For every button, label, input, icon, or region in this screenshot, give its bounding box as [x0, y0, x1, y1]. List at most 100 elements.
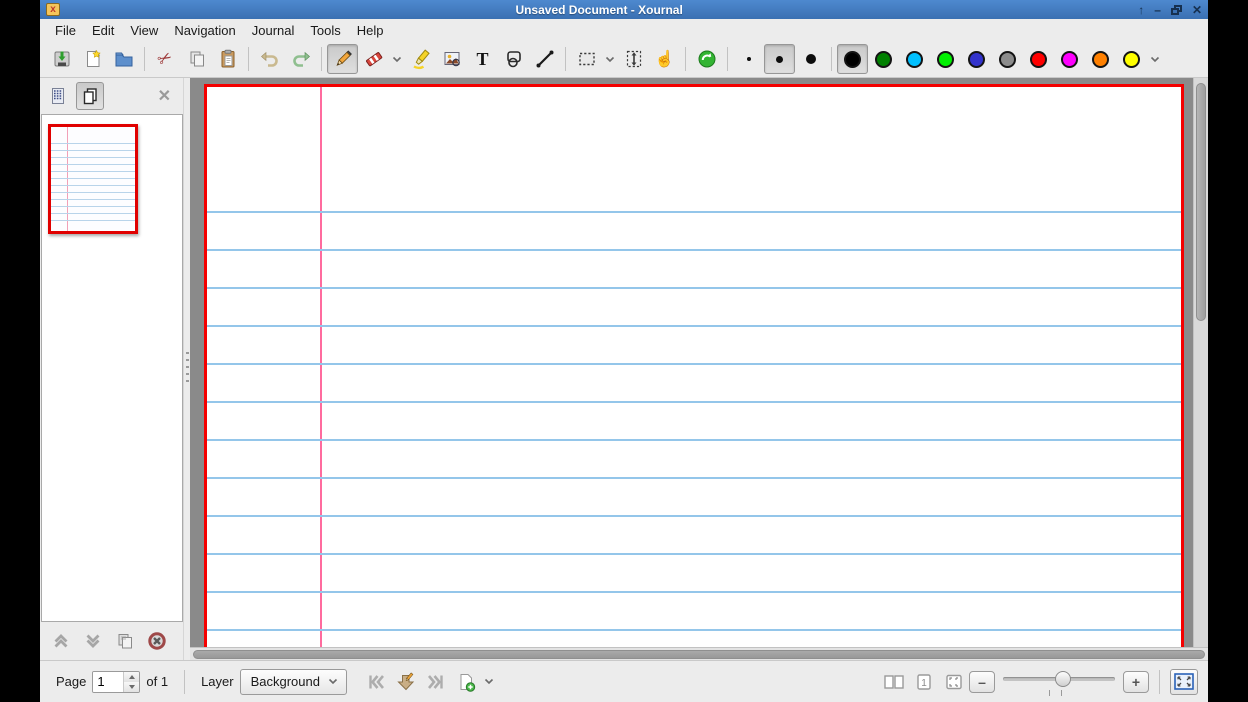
paste-button[interactable]	[212, 44, 243, 74]
pen-tool-button[interactable]	[327, 44, 358, 74]
toolbar-separator	[727, 47, 728, 71]
color-yellow-button[interactable]	[1116, 44, 1147, 74]
color-swatch-black	[844, 51, 861, 68]
highlighter-tool-button[interactable]	[405, 44, 436, 74]
open-button[interactable]	[108, 44, 139, 74]
zoom-100-button[interactable]: 1	[909, 668, 939, 696]
color-light-green-button[interactable]	[930, 44, 961, 74]
layer-dropdown[interactable]: Background	[240, 669, 347, 695]
color-orange-button[interactable]	[1085, 44, 1116, 74]
tab-pages-view[interactable]	[76, 82, 104, 110]
image-tool-button[interactable]	[436, 44, 467, 74]
pen-size-fine-button[interactable]	[733, 44, 764, 74]
close-window-icon[interactable]: ✕	[1192, 4, 1202, 16]
zoom-slider-handle[interactable]	[1055, 671, 1071, 687]
hand-tool-button[interactable]: ☝	[649, 44, 680, 74]
default-pen-button[interactable]	[691, 44, 722, 74]
horizontal-scrollbar[interactable]	[190, 647, 1208, 660]
minimize-window-icon[interactable]: –	[1154, 4, 1161, 16]
page-spin-down-icon[interactable]	[124, 682, 139, 692]
menu-help[interactable]: Help	[350, 21, 391, 40]
sidebar-actions	[40, 622, 183, 660]
move-page-down-button[interactable]	[80, 628, 106, 654]
copy-button[interactable]	[181, 44, 212, 74]
page-sidebar: ✕	[40, 78, 183, 660]
vertical-scrollbar[interactable]	[1193, 78, 1208, 647]
undo-button[interactable]	[254, 44, 285, 74]
select-rectangle-button[interactable]	[571, 44, 602, 74]
document-canvas[interactable]	[190, 78, 1208, 660]
zoom-slider[interactable]	[1003, 668, 1115, 696]
zoom-out-button[interactable]: –	[969, 671, 995, 693]
selection-options-dropdown[interactable]	[602, 44, 618, 74]
shape-recognizer-icon	[503, 48, 525, 70]
page-spin-up-icon[interactable]	[124, 672, 139, 682]
color-dark-green-button[interactable]	[868, 44, 899, 74]
color-black-button[interactable]	[837, 44, 868, 74]
cut-icon: ✂	[154, 47, 176, 71]
delete-page-button[interactable]	[144, 628, 170, 654]
duplicate-page-icon	[115, 631, 135, 651]
tab-layers-view[interactable]	[44, 82, 72, 110]
toolbar: ✂	[40, 41, 1208, 78]
color-light-blue-button[interactable]	[899, 44, 930, 74]
vertical-scrollbar-thumb[interactable]	[1196, 83, 1206, 321]
page-number-spinner[interactable]	[92, 671, 140, 693]
two-page-view-icon	[882, 671, 906, 693]
zoom-fit-page-button[interactable]	[939, 668, 969, 696]
zoom-slider-tick	[1049, 690, 1050, 696]
zoom-100-icon: 1	[913, 671, 935, 693]
redo-button[interactable]	[285, 44, 316, 74]
sidebar-splitter[interactable]	[183, 78, 190, 660]
splitter-grip-icon	[186, 352, 189, 386]
horizontal-scrollbar-thumb[interactable]	[193, 650, 1205, 659]
menu-tools[interactable]: Tools	[303, 21, 347, 40]
sidebar-close-icon[interactable]: ✕	[158, 86, 171, 106]
pen-size-medium-button[interactable]	[764, 44, 795, 74]
menu-navigation[interactable]: Navigation	[167, 21, 242, 40]
color-swatch-yellow	[1123, 51, 1140, 68]
color-options-dropdown[interactable]	[1147, 44, 1163, 74]
last-page-button[interactable]	[421, 668, 451, 696]
duplicate-page-button[interactable]	[112, 628, 138, 654]
page-number-input[interactable]	[93, 672, 123, 692]
shape-recognizer-button[interactable]	[498, 44, 529, 74]
shade-window-icon[interactable]: ↑	[1138, 4, 1144, 16]
cut-button[interactable]: ✂	[150, 44, 181, 74]
pages-view-icon	[80, 86, 100, 106]
zoom-in-button[interactable]: +	[1123, 671, 1149, 693]
titlebar[interactable]: x Unsaved Document - Xournal ↑ – ✕	[40, 0, 1208, 19]
text-tool-button[interactable]: T	[467, 44, 498, 74]
fullscreen-button[interactable]	[1170, 669, 1198, 695]
first-page-button[interactable]	[361, 668, 391, 696]
pen-size-thick-button[interactable]	[795, 44, 826, 74]
new-document-button[interactable]	[77, 44, 108, 74]
eraser-tool-button[interactable]	[358, 44, 389, 74]
color-gray-button[interactable]	[992, 44, 1023, 74]
page-down-arrow-icon	[395, 671, 417, 693]
save-button[interactable]	[46, 44, 77, 74]
next-page-button[interactable]	[391, 668, 421, 696]
menu-file[interactable]: File	[48, 21, 83, 40]
toolbar-separator	[144, 47, 145, 71]
vertical-space-tool-button[interactable]	[618, 44, 649, 74]
page-thumbnail-panel[interactable]	[41, 114, 183, 622]
fine-dot-icon	[747, 57, 751, 61]
maximize-window-icon[interactable]	[1171, 5, 1182, 15]
new-page-options-dropdown[interactable]	[481, 667, 497, 697]
ruler-tool-button[interactable]	[529, 44, 560, 74]
layer-dropdown-value: Background	[251, 674, 320, 689]
menu-view[interactable]: View	[123, 21, 165, 40]
menu-journal[interactable]: Journal	[245, 21, 302, 40]
new-page-button[interactable]	[451, 668, 481, 696]
chevron-down-icon	[1150, 56, 1160, 63]
page-1-ruled-paper[interactable]	[204, 84, 1184, 654]
move-page-up-button[interactable]	[48, 628, 74, 654]
color-magenta-button[interactable]	[1054, 44, 1085, 74]
two-page-view-button[interactable]	[879, 668, 909, 696]
eraser-options-dropdown[interactable]	[389, 44, 405, 74]
page-1-thumbnail[interactable]	[48, 124, 138, 234]
menu-edit[interactable]: Edit	[85, 21, 121, 40]
color-blue-button[interactable]	[961, 44, 992, 74]
color-red-button[interactable]	[1023, 44, 1054, 74]
